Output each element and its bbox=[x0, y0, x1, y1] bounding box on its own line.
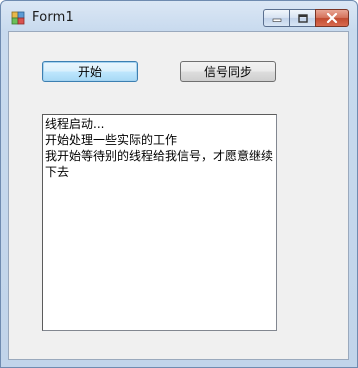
log-line: 开始处理一些实际的工作 bbox=[45, 133, 178, 147]
window-title: Form1 bbox=[32, 10, 75, 25]
maximize-icon bbox=[297, 13, 308, 23]
close-button[interactable] bbox=[315, 9, 349, 27]
minimize-icon bbox=[272, 18, 281, 22]
winforms-app-icon bbox=[11, 11, 25, 25]
start-button[interactable]: 开始 bbox=[42, 61, 138, 82]
close-icon bbox=[326, 13, 338, 23]
log-line: 我开始等待别的线程给我信号，才愿意继续下去 bbox=[45, 149, 274, 179]
log-line: 线程启动... bbox=[45, 117, 105, 131]
minimize-button[interactable] bbox=[263, 9, 289, 27]
maximize-button[interactable] bbox=[289, 9, 315, 27]
form1-window: Form1 开始 信号同步 线程启动... 开始处理一些实际的工作 我开始等待别… bbox=[0, 0, 358, 368]
caption-buttons bbox=[263, 9, 349, 27]
title-bar[interactable]: Form1 bbox=[1, 1, 357, 31]
log-textbox[interactable]: 线程启动... 开始处理一些实际的工作 我开始等待别的线程给我信号，才愿意继续下… bbox=[42, 114, 277, 331]
signal-sync-button[interactable]: 信号同步 bbox=[180, 61, 276, 82]
client-area: 开始 信号同步 线程启动... 开始处理一些实际的工作 我开始等待别的线程给我信… bbox=[8, 31, 349, 360]
